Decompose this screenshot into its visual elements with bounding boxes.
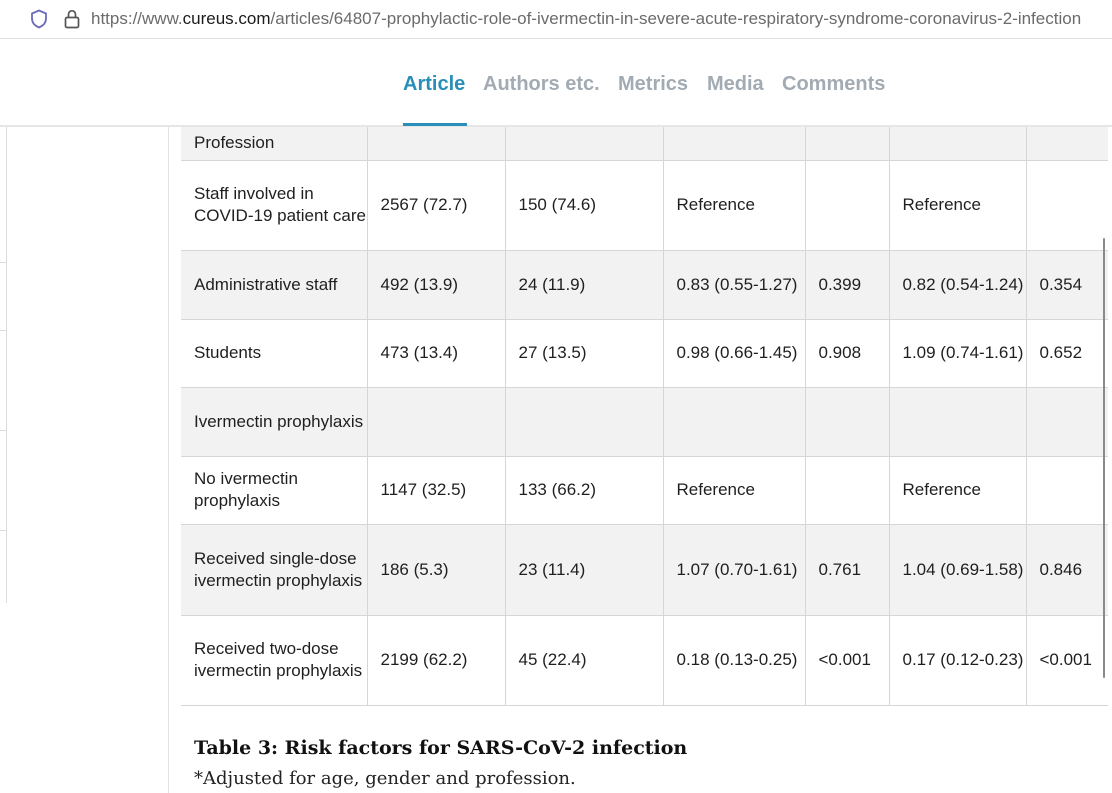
address-bar[interactable]: https://www.cureus.com/articles/64807-pr… — [0, 0, 1112, 39]
left-panel-edge — [0, 127, 7, 603]
row-label-cell: Administrative staff — [181, 250, 368, 320]
article-tabs: Article Authors etc. Metrics Media Comme… — [0, 39, 1112, 127]
table-cell: 23 (11.4) — [505, 524, 664, 616]
table-row: No ivermectin prophylaxis 1147 (32.5) 133 … — [181, 456, 1108, 525]
table-cell — [663, 127, 806, 161]
active-tab-indicator — [403, 123, 467, 126]
table-cell: 0.82 (0.54-1.24) — [889, 250, 1027, 320]
url-prefix: https://www. — [91, 9, 183, 28]
table-cell: 473 (13.4) — [367, 319, 506, 388]
table-cell: 492 (13.9) — [367, 250, 506, 320]
table-cell: 0.83 (0.55-1.27) — [663, 250, 806, 320]
table-cell: 0.846 — [1026, 524, 1108, 616]
table-cell: 0.652 — [1026, 319, 1108, 388]
url-path: /articles/64807-prophylactic-role-of-ive… — [270, 9, 1082, 28]
table-cell — [805, 127, 890, 161]
table-row: Profession — [181, 127, 1108, 161]
table-row: Received single-dose ivermectin prophyla… — [181, 524, 1108, 616]
table-cell — [367, 127, 506, 161]
table-cell: <0.001 — [805, 615, 890, 706]
table-cell: 0.399 — [805, 250, 890, 320]
table-cell: 1.04 (0.69-1.58) — [889, 524, 1027, 616]
table-cell: 1.07 (0.70-1.61) — [663, 524, 806, 616]
table-footnote: *Adjusted for age, gender and profession… — [194, 768, 576, 789]
table-row: Received two-dose ivermectin prophylaxis… — [181, 615, 1108, 706]
row-label-cell: Staff involved in COVID-19 patient care — [181, 160, 368, 251]
row-label-cell: Received single-dose ivermectin prophyla… — [181, 524, 368, 616]
left-panel-divider — [0, 330, 6, 331]
table-cell: 45 (22.4) — [505, 615, 664, 706]
table-cell: Reference — [889, 160, 1027, 251]
table-cell — [805, 387, 890, 457]
table-cell — [505, 387, 664, 457]
table-cell: 150 (74.6) — [505, 160, 664, 251]
table-cell — [1026, 160, 1108, 251]
table-cell: 2199 (62.2) — [367, 615, 506, 706]
table-cell: 0.354 — [1026, 250, 1108, 320]
table-cell: 24 (11.9) — [505, 250, 664, 320]
left-panel-divider — [0, 530, 6, 531]
table-cell: 0.98 (0.66-1.45) — [663, 319, 806, 388]
table-cell — [1026, 127, 1108, 161]
table-cell — [505, 127, 664, 161]
tab-article[interactable]: Article — [403, 73, 465, 96]
table-cell — [1026, 456, 1108, 525]
table-cell — [805, 456, 890, 525]
scrollbar[interactable] — [1103, 238, 1105, 678]
table-row: Students 473 (13.4) 27 (13.5) 0.98 (0.66-1.… — [181, 319, 1108, 388]
tab-metrics[interactable]: Metrics — [618, 73, 688, 96]
shield-icon[interactable] — [29, 9, 49, 29]
lock-icon[interactable] — [63, 9, 81, 29]
url-host: cureus.com — [182, 9, 271, 28]
table-cell: Reference — [889, 456, 1027, 525]
tab-authors[interactable]: Authors etc. — [483, 73, 600, 96]
table-row: Administrative staff 492 (13.9) 24 (11.9) 0… — [181, 250, 1108, 320]
table-cell — [1026, 387, 1108, 457]
row-label-cell: Students — [181, 319, 368, 388]
left-sidebar — [0, 127, 169, 793]
tab-media[interactable]: Media — [707, 73, 764, 96]
table-cell — [663, 387, 806, 457]
table-cell: Reference — [663, 456, 806, 525]
row-label-cell: Received two-dose ivermectin prophylaxis — [181, 615, 368, 706]
risk-factor-table: Profession Staff involved in COVID-19 pat… — [181, 127, 1108, 706]
table-cell: 1147 (32.5) — [367, 456, 506, 525]
table-cell — [805, 160, 890, 251]
table-row: Staff involved in COVID-19 patient care 2… — [181, 160, 1108, 251]
table-cell: 27 (13.5) — [505, 319, 664, 388]
table-cell: Reference — [663, 160, 806, 251]
table-caption: Table 3: Risk factors for SARS-CoV-2 inf… — [194, 737, 688, 759]
row-label-cell: Ivermectin prophylaxis — [181, 387, 368, 457]
table-cell — [889, 387, 1027, 457]
url-text[interactable]: https://www.cureus.com/articles/64807-pr… — [91, 9, 1081, 29]
tab-comments[interactable]: Comments — [782, 73, 885, 96]
table-cell: 0.18 (0.13-0.25) — [663, 615, 806, 706]
table-cell: 133 (66.2) — [505, 456, 664, 525]
table-body: Profession Staff involved in COVID-19 pat… — [181, 127, 1108, 706]
table-cell: 186 (5.3) — [367, 524, 506, 616]
table-cell: 0.761 — [805, 524, 890, 616]
table-cell: 0.908 — [805, 319, 890, 388]
left-panel-divider — [0, 262, 6, 263]
table-cell — [889, 127, 1027, 161]
row-label-cell: No ivermectin prophylaxis — [181, 456, 368, 525]
table-cell: <0.001 — [1026, 615, 1108, 706]
table: Profession Staff involved in COVID-19 pat… — [181, 127, 1108, 706]
table-cell: 2567 (72.7) — [367, 160, 506, 251]
row-label-cell: Profession — [181, 127, 368, 161]
left-panel-divider — [0, 430, 6, 431]
table-cell — [367, 387, 506, 457]
table-cell: 1.09 (0.74-1.61) — [889, 319, 1027, 388]
table-cell: 0.17 (0.12-0.23) — [889, 615, 1027, 706]
table-row: Ivermectin prophylaxis — [181, 387, 1108, 457]
